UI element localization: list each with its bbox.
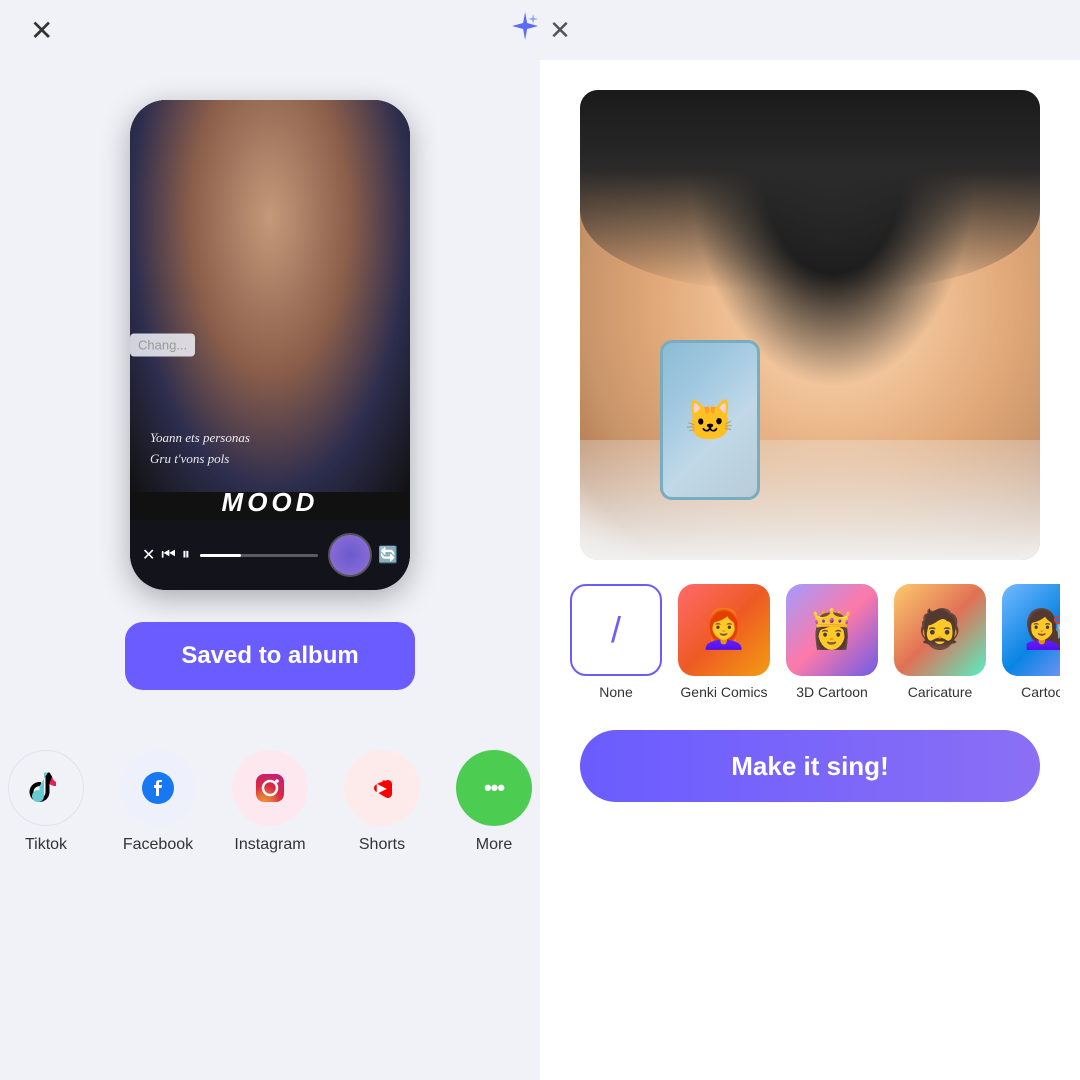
filter-genki-thumb: 👩‍🦰 (678, 584, 770, 676)
share-tiktok[interactable]: Tiktok (8, 750, 84, 854)
filter-none-thumb: / (570, 584, 662, 676)
shuffle-icon[interactable]: ✕ (142, 545, 155, 565)
filter-cartoon[interactable]: 💇‍♀️ Cartoo... (1002, 584, 1060, 700)
progress-bar (200, 554, 318, 557)
filter-genki[interactable]: 👩‍🦰 Genki Comics (678, 584, 770, 700)
none-slash-icon: / (611, 609, 621, 651)
shorts-label: Shorts (359, 836, 405, 854)
top-center: ✕ (509, 10, 571, 50)
filter-3dcartoon-thumb: 👸 (786, 584, 878, 676)
tiktok-label: Tiktok (25, 836, 67, 854)
filter-3dcartoon-label: 3D Cartoon (796, 684, 868, 700)
more-icon-circle: ••• (456, 750, 532, 826)
close-left-button[interactable]: ✕ (30, 14, 53, 47)
filter-cartoon-thumb: 💇‍♀️ (1002, 584, 1060, 676)
phone-mockup: Yoann ets personas Gru t'vons pols MOOD … (130, 100, 410, 590)
player-controls: ✕ ⏮ ⏸ 🔄 (130, 520, 410, 590)
instagram-label: Instagram (234, 836, 305, 854)
cat-icon: 🐱 (685, 397, 735, 444)
share-instagram[interactable]: Instagram (232, 750, 308, 854)
close-center-button[interactable]: ✕ (549, 15, 571, 46)
progress-fill (200, 554, 241, 557)
album-art (328, 533, 372, 577)
tiktok-icon-circle (8, 750, 84, 826)
share-facebook[interactable]: Facebook (120, 750, 196, 854)
sparkle-icon (509, 10, 541, 50)
shorts-icon-circle: ▶ (344, 750, 420, 826)
change-hint: Chang... (130, 334, 195, 357)
main-photo: 🐱 (580, 90, 1040, 560)
share-row: Tiktok Facebook (8, 750, 532, 854)
instagram-icon-circle (232, 750, 308, 826)
filter-cartoon-label: Cartoo... (1021, 684, 1060, 700)
saved-btn-label: Saved to album (181, 642, 358, 670)
facebook-icon-circle (120, 750, 196, 826)
top-bar: ✕ ✕ (0, 0, 1080, 60)
main-photo-inner: 🐱 (580, 90, 1040, 560)
filter-3dcartoon[interactable]: 👸 3D Cartoon (786, 584, 878, 700)
facebook-label: Facebook (123, 836, 193, 854)
make-it-sing-button[interactable]: Make it sing! (580, 730, 1040, 802)
right-panel: 🐱 / None 👩‍🦰 Genki Comics 👸 3D Cartoon (540, 60, 1080, 1080)
filter-none-label: None (599, 684, 632, 700)
share-more[interactable]: ••• More (456, 750, 532, 854)
filter-caricature-thumb: 🧔 (894, 584, 986, 676)
song-text: Yoann ets personas Gru t'vons pols (150, 428, 390, 470)
share-shorts[interactable]: ▶ Shorts (344, 750, 420, 854)
more-label: More (476, 836, 512, 854)
left-panel: Yoann ets personas Gru t'vons pols MOOD … (0, 60, 540, 1080)
pause-icon[interactable]: ⏸ (182, 546, 190, 564)
filter-caricature[interactable]: 🧔 Caricature (894, 584, 986, 700)
svg-text:▶: ▶ (376, 781, 387, 795)
filter-caricature-label: Caricature (908, 684, 973, 700)
filter-row: / None 👩‍🦰 Genki Comics 👸 3D Cartoon 🧔 C… (560, 584, 1060, 700)
make-sing-label: Make it sing! (731, 751, 888, 782)
filter-genki-label: Genki Comics (680, 684, 767, 700)
repeat-icon[interactable]: 🔄 (378, 545, 398, 565)
saved-to-album-button[interactable]: Saved to album (125, 622, 415, 690)
phone-in-photo: 🐱 (660, 340, 760, 500)
prev-icon[interactable]: ⏮ (161, 546, 175, 564)
mood-text: MOOD (130, 487, 410, 518)
filter-none[interactable]: / None (570, 584, 662, 700)
